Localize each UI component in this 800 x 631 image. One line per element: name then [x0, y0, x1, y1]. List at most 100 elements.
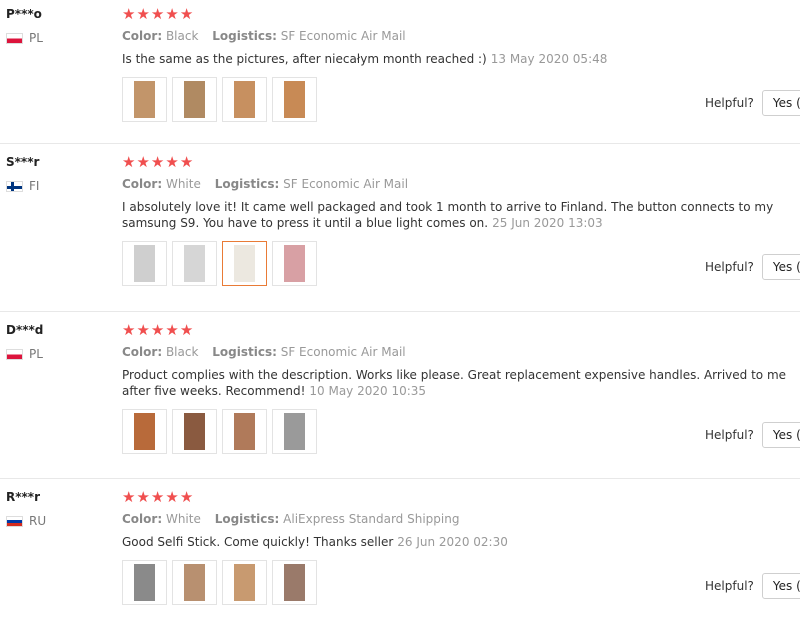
color-label: Color:	[122, 512, 163, 526]
review-photo-thumbnail[interactable]	[172, 560, 217, 605]
comment-text: I absolutely love it! It came well packa…	[122, 200, 774, 230]
review-photo-thumbnail[interactable]	[272, 241, 317, 286]
color-value: White	[165, 177, 201, 191]
helpful-vote: Helpful? Yes (2)	[705, 573, 800, 599]
order-info: Color: White Logistics: SF Economic Air …	[122, 177, 408, 191]
order-info: Color: White Logistics: AliExpress Stand…	[122, 512, 459, 526]
review-item: D***d PL ★ ★ ★ ★ ★ Color: Black Logistics: S…	[0, 316, 800, 464]
star-icon: ★	[179, 5, 194, 23]
reviewer-name: S***r	[6, 155, 40, 169]
helpful-label: Helpful?	[705, 428, 754, 442]
flag-pl-icon	[6, 348, 23, 360]
review-photo-thumbnail[interactable]	[172, 409, 217, 454]
flag-ru-icon	[6, 515, 23, 527]
star-rating: ★ ★ ★ ★ ★	[122, 323, 193, 338]
photo-image	[184, 81, 205, 118]
logistics-value: SF Economic Air Mail	[283, 177, 409, 191]
review-photo-thumbnail[interactable]	[172, 77, 217, 122]
review-item: P***o PL ★ ★ ★ ★ ★ Color: Black Logistics: S…	[0, 0, 800, 148]
color-value: Black	[165, 345, 199, 359]
reviewer-country: RU	[6, 514, 46, 528]
photo-image	[134, 564, 155, 601]
order-info: Color: Black Logistics: SF Economic Air …	[122, 29, 406, 43]
reviewer-country: PL	[6, 347, 43, 361]
review-photos	[122, 409, 317, 454]
helpful-vote: Helpful? Yes (0)	[705, 90, 800, 116]
review-photos	[122, 560, 317, 605]
star-icon: ★	[165, 5, 179, 23]
photo-image	[284, 245, 305, 282]
photo-image	[184, 413, 205, 450]
logistics-value: AliExpress Standard Shipping	[283, 512, 460, 526]
review-photo-thumbnail[interactable]	[222, 560, 267, 605]
review-photo-thumbnail[interactable]	[122, 409, 167, 454]
helpful-vote: Helpful? Yes (1)	[705, 254, 800, 280]
review-date: 25 Jun 2020 13:03	[492, 216, 603, 230]
star-icon: ★	[179, 488, 194, 506]
photo-image	[234, 81, 255, 118]
review-photo-thumbnail[interactable]	[172, 241, 217, 286]
helpful-label: Helpful?	[705, 579, 754, 593]
star-icon: ★	[150, 153, 165, 171]
review-divider	[0, 143, 800, 144]
helpful-yes-button[interactable]: Yes (0)	[761, 90, 800, 116]
color-value: White	[165, 512, 201, 526]
order-info: Color: Black Logistics: SF Economic Air …	[122, 345, 406, 359]
helpful-label: Helpful?	[705, 260, 754, 274]
star-icon: ★	[136, 153, 150, 171]
reviewer-name: R***r	[6, 490, 40, 504]
helpful-yes-button[interactable]: Yes (2)	[761, 573, 800, 599]
review-photo-thumbnail[interactable]	[272, 77, 317, 122]
star-icon: ★	[136, 321, 150, 339]
review-date: 10 May 2020 10:35	[309, 384, 427, 398]
review-comment: I absolutely love it! It came well packa…	[122, 199, 794, 231]
color-label: Color:	[122, 345, 163, 359]
country-code: PL	[29, 347, 43, 361]
photo-image	[284, 564, 305, 601]
review-photo-thumbnail[interactable]	[222, 77, 267, 122]
reviewer-country: PL	[6, 31, 43, 45]
review-comment: Product complies with the description. W…	[122, 367, 794, 399]
logistics-value: SF Economic Air Mail	[280, 29, 406, 43]
logistics-label: Logistics:	[212, 345, 277, 359]
helpful-yes-button[interactable]: Yes (1)	[761, 254, 800, 280]
logistics-label: Logistics:	[214, 512, 280, 526]
photo-image	[284, 81, 305, 118]
review-photos	[122, 241, 317, 286]
photo-image	[234, 245, 255, 282]
review-photo-thumbnail[interactable]	[222, 409, 267, 454]
helpful-label: Helpful?	[705, 96, 754, 110]
review-divider	[0, 478, 800, 479]
review-photo-thumbnail[interactable]	[122, 241, 167, 286]
star-rating: ★ ★ ★ ★ ★	[122, 7, 193, 22]
photo-image	[184, 564, 205, 601]
review-date: 13 May 2020 05:48	[490, 52, 608, 66]
review-photo-thumbnail[interactable]	[122, 77, 167, 122]
country-code: RU	[29, 514, 47, 528]
star-icon: ★	[122, 5, 136, 23]
review-date: 26 Jun 2020 02:30	[397, 535, 508, 549]
comment-text: Product complies with the description. W…	[122, 368, 787, 398]
review-photo-thumbnail[interactable]	[122, 560, 167, 605]
photo-image	[284, 413, 305, 450]
review-photo-thumbnail[interactable]	[272, 409, 317, 454]
reviewer-name: D***d	[6, 323, 44, 337]
review-item: S***r FI ★ ★ ★ ★ ★ Color: White Logistics: S…	[0, 148, 800, 296]
star-icon: ★	[122, 488, 136, 506]
star-icon: ★	[179, 321, 194, 339]
comment-text: Good Selfi Stick. Come quickly! Thanks s…	[122, 535, 394, 549]
flag-pl-icon	[6, 32, 23, 44]
flag-fi-icon	[6, 180, 23, 192]
review-item: R***r RU ★ ★ ★ ★ ★ Color: White Logistics: A…	[0, 483, 800, 631]
photo-image	[184, 245, 205, 282]
star-icon: ★	[122, 321, 136, 339]
review-comment: Is the same as the pictures, after nieca…	[122, 51, 794, 67]
review-photo-thumbnail[interactable]	[272, 560, 317, 605]
color-label: Color:	[122, 29, 163, 43]
helpful-yes-button[interactable]: Yes (0)	[761, 422, 800, 448]
logistics-label: Logistics:	[212, 29, 277, 43]
color-value: Black	[165, 29, 199, 43]
star-rating: ★ ★ ★ ★ ★	[122, 490, 193, 505]
review-comment: Good Selfi Stick. Come quickly! Thanks s…	[122, 534, 794, 550]
review-photo-thumbnail[interactable]	[222, 241, 267, 286]
